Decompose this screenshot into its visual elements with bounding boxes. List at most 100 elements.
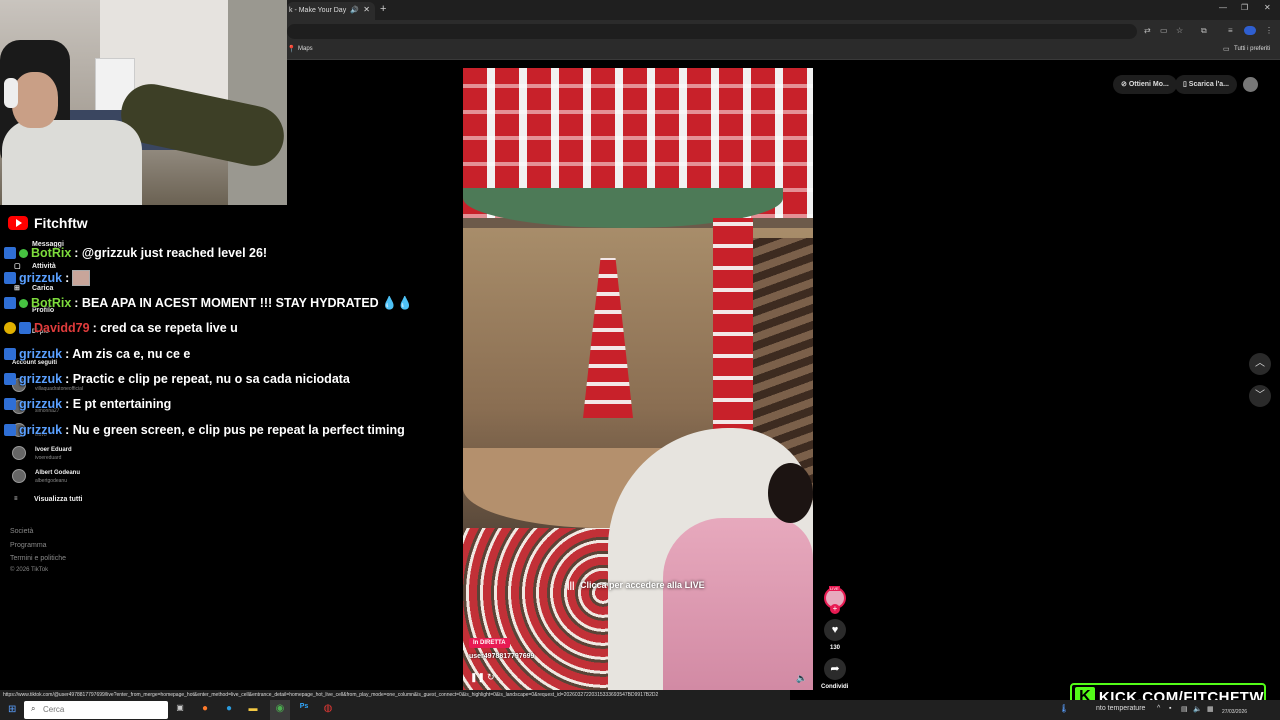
chat-text: : Practic e clip pe repeat, nu o sa cada… — [65, 372, 350, 386]
address-bar[interactable] — [287, 24, 1137, 39]
following-handle[interactable]: ivoereduard — [35, 455, 61, 461]
avatar[interactable] — [12, 446, 26, 460]
signal-icon: ||| — [567, 580, 575, 590]
windows-start-icon[interactable]: ⊞ — [8, 704, 16, 715]
next-video-chevron-down-icon[interactable]: ﹀ — [1249, 385, 1271, 407]
get-coins-label: Ottieni Mo... — [1128, 81, 1169, 88]
language-icon[interactable]: ▦ — [1207, 705, 1214, 713]
see-all-link[interactable]: Visualizza tutti — [34, 496, 83, 503]
thermometer-icon: 🌡 — [1059, 704, 1070, 713]
tab-title: k - Make Your Day — [289, 7, 347, 14]
chat-text: : BEA APA IN ACEST MOMENT !!! STAY HYDRA… — [74, 296, 379, 310]
platform-badge-icon — [4, 272, 16, 284]
maximize-icon[interactable]: ❐ — [1241, 3, 1248, 12]
platform-badge-icon — [4, 373, 16, 385]
verified-icon — [19, 298, 28, 308]
download-app-button[interactable]: ▯ Scarica l'a... — [1175, 75, 1237, 94]
network-icon[interactable]: ▤ — [1181, 705, 1188, 713]
footer-link-program[interactable]: Programma — [10, 542, 47, 549]
volume-icon[interactable]: 🔈 — [796, 673, 807, 684]
volume-tray-icon[interactable]: 🔈 — [1193, 705, 1202, 713]
status-bar-url: https://www.tiktok.com/@user497881779769… — [0, 690, 790, 700]
profile-icon[interactable] — [1244, 26, 1256, 35]
edge-icon[interactable]: ● — [222, 703, 236, 714]
follow-plus-icon[interactable]: + — [830, 604, 840, 614]
emote-icon — [72, 270, 91, 286]
chat-text: : E pt entertaining — [65, 397, 172, 411]
firefox-icon[interactable]: ● — [198, 703, 212, 714]
streamer-username[interactable]: user4978817797699 — [469, 653, 534, 660]
streamer — [12, 72, 58, 128]
chat-message: Davidd79 : cred ca se repeta live u — [4, 318, 238, 338]
chrome-icon[interactable]: ◉ — [273, 703, 287, 714]
chat-text: : Nu e green screen, e clip pus pe repea… — [65, 423, 405, 437]
list-icon: ≡ — [14, 496, 18, 502]
platform-badge-icon — [4, 424, 16, 436]
new-tab-button[interactable]: + — [380, 3, 386, 15]
platform-badge-icon — [4, 398, 16, 410]
photoshop-icon[interactable]: Ps — [297, 703, 311, 710]
webcam-overlay — [0, 0, 287, 205]
chat-message: grizzuk : Am zis ca e, nu ce e — [4, 344, 190, 364]
weather-widget[interactable]: nto temperature — [1096, 705, 1145, 712]
footer-copyright: © 2026 TikTok — [10, 567, 49, 573]
maps-icon: 📍 — [287, 46, 296, 53]
live-video-player[interactable]: ||| Clicca per accedere alla LIVE In DIR… — [463, 68, 813, 690]
tray-app-icon[interactable]: ▪ — [1169, 705, 1171, 712]
chat-message: grizzuk : — [4, 268, 91, 288]
following-handle[interactable]: albertgodeanu — [35, 478, 67, 484]
menu-icon[interactable]: ⋮ — [1265, 26, 1273, 35]
windows-taskbar — [0, 700, 1280, 720]
chat-username: BotRix — [31, 296, 72, 310]
chat-message: grizzuk : E pt entertaining — [4, 394, 171, 414]
cast-icon[interactable]: ▭ — [1160, 26, 1168, 35]
platform-badge-icon — [4, 247, 16, 259]
extensions-icon[interactable]: ⧉ — [1201, 26, 1207, 36]
following-name[interactable]: Albert Godeanu — [35, 470, 80, 476]
folder-icon: ▭ — [1223, 46, 1230, 53]
user-avatar[interactable] — [1243, 77, 1258, 92]
browser-tab[interactable]: k - Make Your Day 🔊 ✕ — [287, 2, 375, 20]
speaker-icon[interactable]: 🔊 — [350, 6, 359, 14]
download-app-label: Scarica l'a... — [1188, 81, 1229, 88]
taskbar-date[interactable]: 27/03/2026 — [1222, 709, 1247, 715]
chat-message: BotRix : @grizzuk just reached level 26! — [4, 243, 267, 263]
chat-username: BotRix — [31, 246, 72, 260]
minimize-icon[interactable]: — — [1219, 3, 1227, 12]
chat-text: : — [65, 271, 70, 285]
media-icon[interactable]: ≡ — [1228, 26, 1233, 35]
bookmark-all[interactable]: Tutti i preferiti — [1234, 46, 1270, 52]
refresh-icon[interactable]: ↻ — [487, 672, 495, 683]
task-view-icon[interactable]: ▣ — [173, 703, 187, 712]
enter-live-cta[interactable]: Clicca per accedere alla LIVE — [580, 580, 705, 590]
get-coins-button[interactable]: ⊘ Ottieni Mo... — [1113, 75, 1177, 94]
headphones — [4, 78, 18, 108]
chat-username: grizzuk — [19, 397, 63, 411]
translate-icon[interactable]: ⇄ — [1144, 26, 1151, 35]
star-icon[interactable]: ☆ — [1176, 26, 1183, 35]
following-name[interactable]: Ivoer Eduard — [35, 447, 72, 453]
like-heart-icon[interactable]: ♥ — [824, 619, 846, 641]
youtube-icon — [8, 216, 28, 230]
share-arrow-icon[interactable]: ➦ — [824, 658, 846, 680]
pause-icon[interactable]: ❚❚ — [470, 672, 485, 683]
obs-icon[interactable]: ◍ — [321, 703, 335, 714]
chat-text: : cred ca se repeta live u — [92, 321, 238, 335]
footer-link-terms[interactable]: Termini e politiche — [10, 555, 66, 562]
close-tab-icon[interactable]: ✕ — [363, 5, 370, 14]
bookmark-maps[interactable]: Maps — [298, 46, 313, 52]
chat-text: : @grizzuk just reached level 26! — [74, 246, 268, 260]
tray-chevron-up-icon[interactable]: ^ — [1157, 705, 1160, 712]
chat-username: grizzuk — [19, 372, 63, 386]
previous-video-chevron-up-icon[interactable]: ︿ — [1249, 353, 1271, 375]
platform-badge-icon — [19, 322, 31, 334]
footer-link-company[interactable]: Società — [10, 528, 33, 535]
close-window-icon[interactable]: ✕ — [1264, 3, 1271, 12]
platform-badge-icon — [4, 348, 16, 360]
chat-message: BotRix : BEA APA IN ACEST MOMENT !!! STA… — [4, 293, 413, 313]
chat-channel-name: Fitchftw — [34, 215, 88, 231]
file-explorer-icon[interactable]: ▬ — [246, 703, 260, 713]
avatar[interactable] — [12, 469, 26, 483]
taskbar-search-input[interactable] — [43, 705, 153, 714]
live-badge: In DIRETTA — [469, 638, 510, 648]
